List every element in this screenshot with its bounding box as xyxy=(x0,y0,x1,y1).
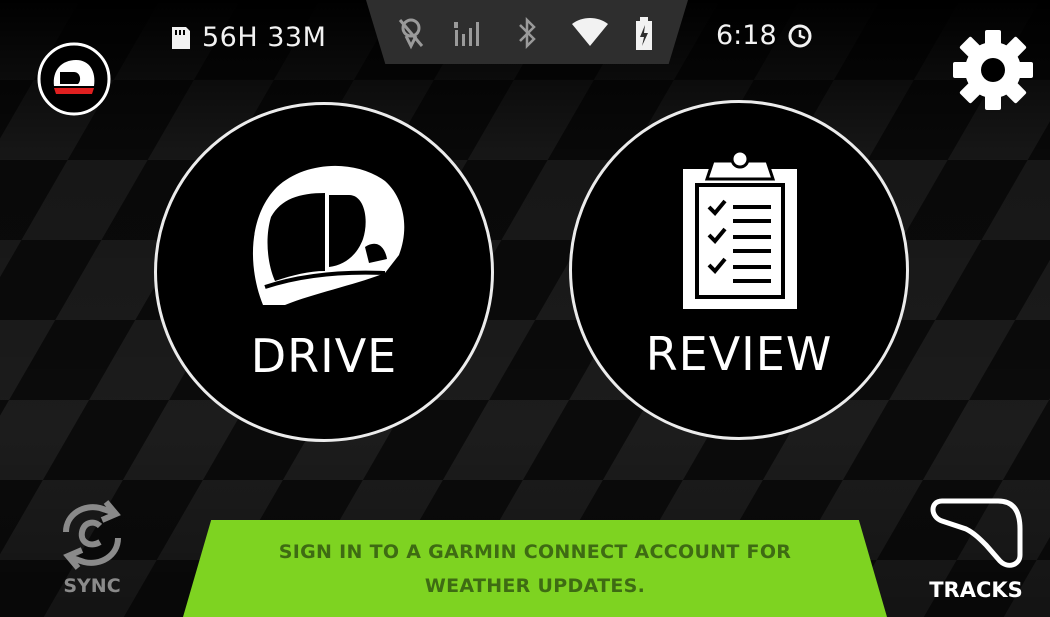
storage-remaining: 56H 33M xyxy=(202,22,327,53)
settings-button[interactable] xyxy=(950,27,1036,113)
clipboard-checklist-icon xyxy=(683,151,797,309)
time-text: 6:18 xyxy=(716,20,777,51)
bluetooth-icon xyxy=(519,16,536,50)
review-label: REVIEW xyxy=(645,327,833,381)
helmet-icon xyxy=(252,165,405,305)
clock-icon xyxy=(788,24,812,47)
review-button[interactable]: REVIEW xyxy=(569,100,909,440)
drive-button[interactable]: DRIVE xyxy=(154,102,494,442)
no-gps-icon xyxy=(398,18,424,50)
sync-label: SYNC xyxy=(63,575,121,597)
drive-label: DRIVE xyxy=(250,329,398,383)
sd-card-icon xyxy=(172,26,190,49)
sync-icon xyxy=(63,500,121,570)
track-outline-icon xyxy=(930,498,1023,568)
profile-button[interactable] xyxy=(30,42,114,116)
cell-signal-icon xyxy=(454,22,479,46)
garmin-signin-banner[interactable]: SIGN IN TO A GARMIN CONNECT ACCOUNT FOR … xyxy=(183,520,887,617)
battery-charging-icon xyxy=(636,17,652,50)
banner-line-2: WEATHER UPDATES. xyxy=(424,574,646,597)
wifi-icon xyxy=(572,18,608,46)
status-tray xyxy=(366,0,688,64)
banner-line-1: SIGN IN TO A GARMIN CONNECT ACCOUNT FOR xyxy=(278,540,792,563)
sync-button[interactable]: SYNC xyxy=(54,500,134,610)
tracks-label: TRACKS xyxy=(929,578,1023,602)
clock: 6:18 xyxy=(716,20,813,51)
tracks-button[interactable]: TRACKS xyxy=(924,495,1034,610)
storage-indicator: 56H 33M xyxy=(168,22,326,53)
helmet-profile-icon xyxy=(37,42,111,116)
gear-icon xyxy=(953,30,1033,110)
